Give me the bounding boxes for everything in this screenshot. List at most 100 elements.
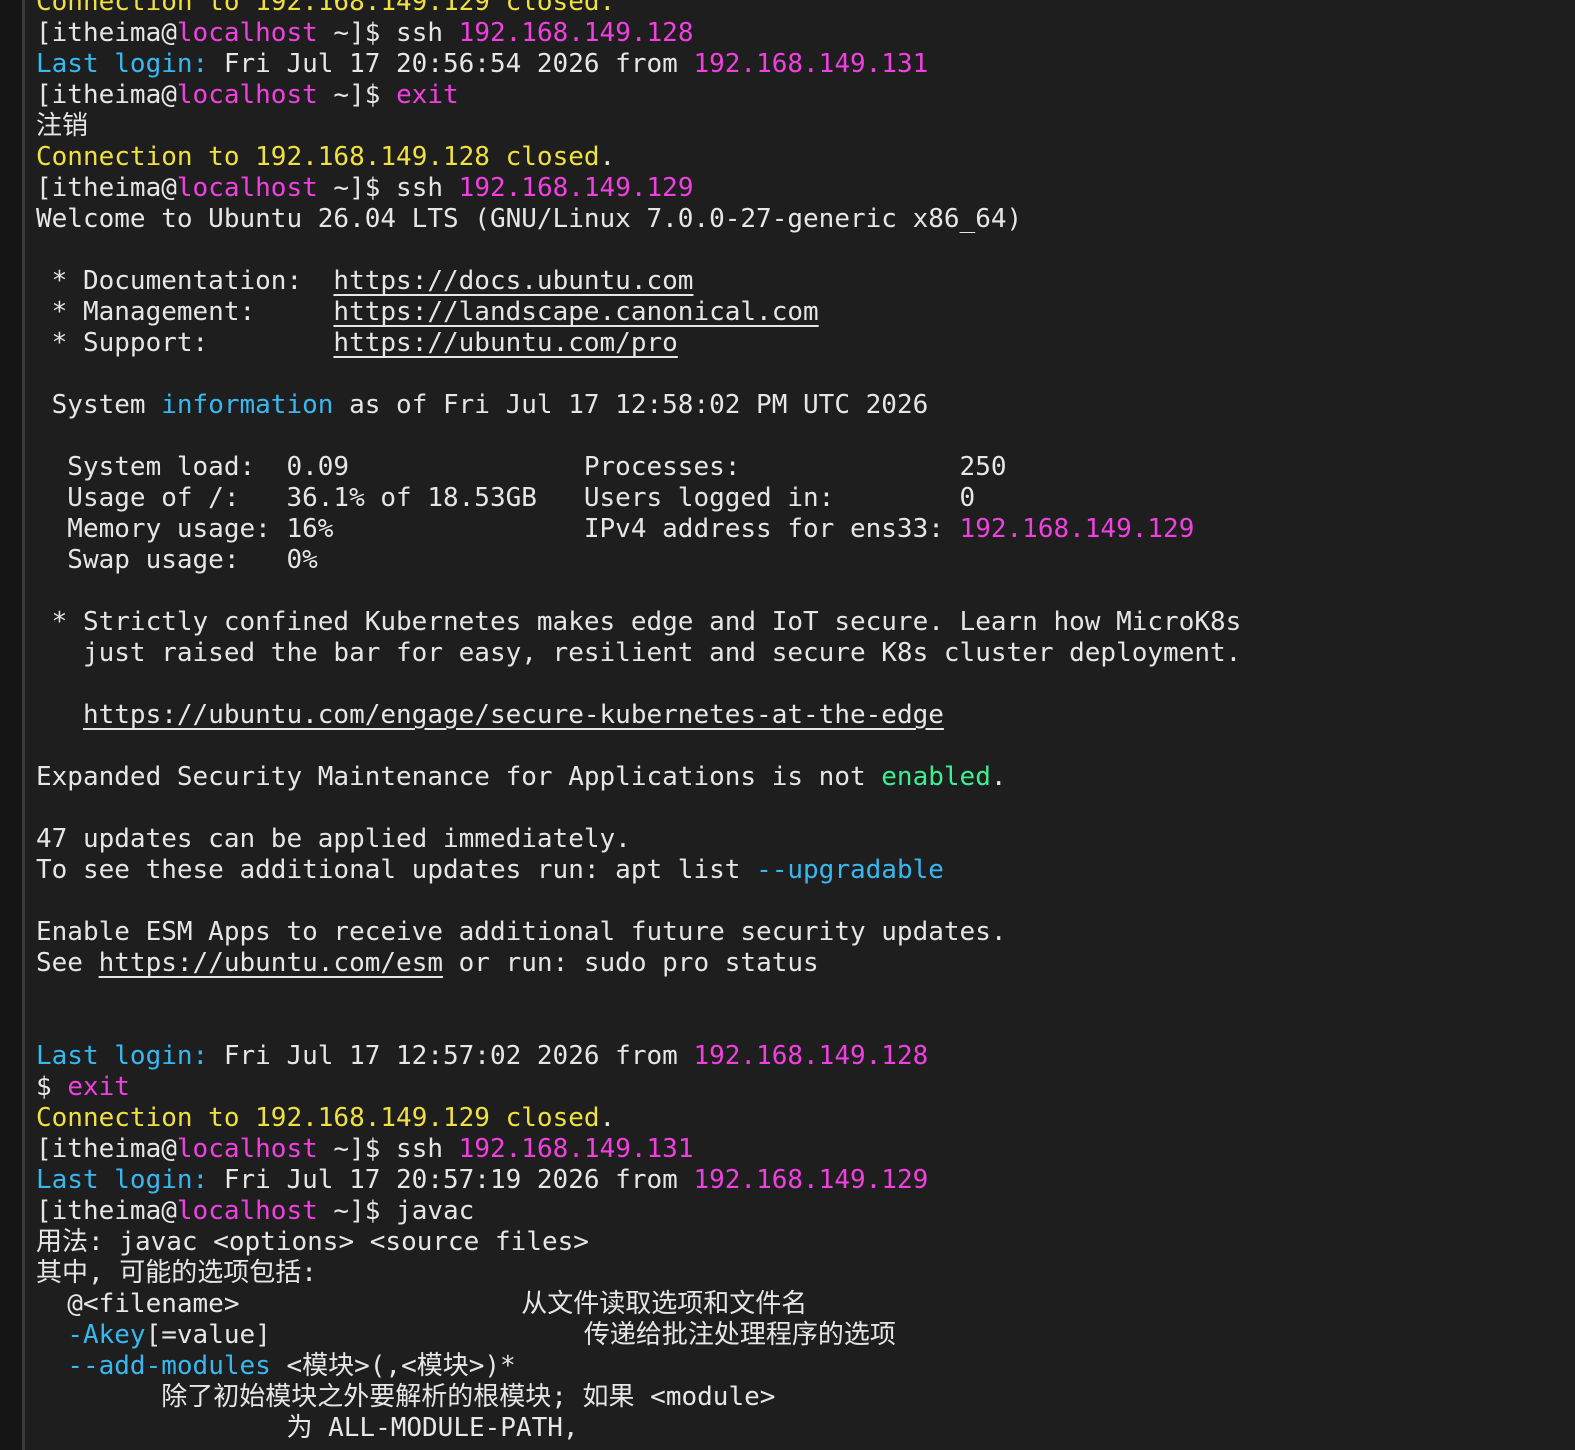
terminal-text: [itheima@ xyxy=(36,18,177,48)
terminal-text: [=value] 传递给批注处理程序的选项 xyxy=(145,1320,896,1350)
terminal-line: To see these additional updates run: apt… xyxy=(36,855,1575,886)
prompt-hostname: localhost xyxy=(176,1196,318,1226)
terminal-line: Expanded Security Maintenance for Applic… xyxy=(36,762,1575,793)
connection-status-text: Connection to xyxy=(36,1103,256,1133)
prompt-hostname: localhost xyxy=(176,173,318,203)
terminal-line: Usage of /: 36.1% of 18.53GB Users logge… xyxy=(36,483,1575,514)
terminal-line: just raised the bar for easy, resilient … xyxy=(36,638,1575,669)
terminal-text: ~]$ ssh xyxy=(317,18,459,48)
highlighted-text: --upgradable xyxy=(756,855,944,885)
terminal-text: 47 updates can be applied immediately. xyxy=(36,824,631,854)
terminal-text: as of Fri Jul 17 12:58:02 PM UTC 2026 xyxy=(333,390,929,420)
url-link[interactable]: https://landscape.canonical.com xyxy=(333,297,818,327)
terminal-text: ~]$ javac xyxy=(317,1196,475,1226)
command-text: exit xyxy=(396,80,459,110)
terminal-text: 除了初始模块之外要解析的根模块; 如果 <module> xyxy=(36,1382,776,1412)
terminal-text: Welcome to Ubuntu 26.04 LTS (GNU/Linux 7… xyxy=(36,204,1023,234)
terminal-window[interactable]: Connection to 192.168.149.129 closed. [it… xyxy=(0,0,1575,1450)
terminal-text: 为 ALL-MODULE-PATH, xyxy=(36,1413,579,1443)
terminal-text: [itheima@ xyxy=(36,80,177,110)
terminal-line: Memory usage: 16% IPv4 address for ens33… xyxy=(36,514,1575,545)
ip-address: 192.168.149.131 xyxy=(693,49,929,79)
connection-status-text: closed xyxy=(489,142,600,172)
terminal-text: * Strictly confined Kubernetes makes edg… xyxy=(36,607,1242,637)
url-link[interactable]: https://docs.ubuntu.com xyxy=(333,266,693,296)
terminal-text: 注销 xyxy=(36,111,89,141)
terminal-line: Last login: Fri Jul 17 20:57:19 2026 fro… xyxy=(36,1165,1575,1196)
terminal-line: 注销 xyxy=(36,111,1575,142)
terminal-line: 用法: javac <options> <source files> xyxy=(36,1227,1575,1258)
terminal-text: just raised the bar for easy, resilient … xyxy=(36,638,1242,668)
terminal-line: [itheima@localhost ~]$ javac xyxy=(36,1196,1575,1227)
command-text: exit xyxy=(67,1072,130,1102)
connection-status-text: closed xyxy=(489,1103,600,1133)
terminal-text: @<filename> 从文件读取选项和文件名 xyxy=(36,1289,808,1319)
terminal-text: System load: 0.09 Processes: 250 xyxy=(36,452,1007,482)
highlighted-text: Last login: xyxy=(36,1165,209,1195)
terminal-text: ~]$ xyxy=(317,80,397,110)
terminal-output[interactable]: Connection to 192.168.149.129 closed. [it… xyxy=(36,0,1575,1444)
terminal-text: Usage of /: 36.1% of 18.53GB Users logge… xyxy=(36,483,976,513)
terminal-text: $ xyxy=(36,1072,68,1102)
terminal-line: Swap usage: 0% xyxy=(36,545,1575,576)
terminal-line: -Akey[=value] 传递给批注处理程序的选项 xyxy=(36,1320,1575,1351)
ip-address: 192.168.149.129 xyxy=(458,173,694,203)
highlighted-text: Last login: xyxy=(36,1041,209,1071)
terminal-text: . xyxy=(599,1103,616,1133)
prompt-hostname: localhost xyxy=(176,18,318,48)
status-enabled-text: enabled xyxy=(881,762,991,792)
connection-status-text: Connection to xyxy=(36,142,256,172)
terminal-line: 除了初始模块之外要解析的根模块; 如果 <module> xyxy=(36,1382,1575,1413)
url-link[interactable]: https://ubuntu.com/pro xyxy=(333,328,677,358)
terminal-text: ~]$ ssh xyxy=(317,1134,459,1164)
connection-status-text: 192.168.149.128 xyxy=(255,142,490,172)
terminal-line: 为 ALL-MODULE-PATH, xyxy=(36,1413,1575,1444)
terminal-line: * Documentation: https://docs.ubuntu.com xyxy=(36,266,1575,297)
terminal-line: Welcome to Ubuntu 26.04 LTS (GNU/Linux 7… xyxy=(36,204,1575,235)
terminal-text: [itheima@ xyxy=(36,173,177,203)
terminal-text: * Support: xyxy=(36,328,334,358)
connection-status-text: Connection to 192.168.149.129 closed. xyxy=(36,0,616,17)
terminal-line: System load: 0.09 Processes: 250 xyxy=(36,452,1575,483)
terminal-line: 其中, 可能的选项包括: xyxy=(36,1258,1575,1289)
terminal-line: * Strictly confined Kubernetes makes edg… xyxy=(36,607,1575,638)
terminal-text: To see these additional updates run: apt… xyxy=(36,855,757,885)
prompt-hostname: localhost xyxy=(176,80,318,110)
terminal-text: 其中, 可能的选项包括: xyxy=(36,1258,317,1288)
terminal-line: Last login: Fri Jul 17 12:57:02 2026 fro… xyxy=(36,1041,1575,1072)
terminal-line: Connection to 192.168.149.129 closed. xyxy=(36,0,1575,18)
highlighted-text: information xyxy=(161,390,334,420)
terminal-line: System information as of Fri Jul 17 12:5… xyxy=(36,390,1575,421)
terminal-text: Fri Jul 17 20:57:19 2026 from xyxy=(208,1165,694,1195)
terminal-line: [itheima@localhost ~]$ ssh 192.168.149.1… xyxy=(36,173,1575,204)
terminal-text: or run: sudo pro status xyxy=(443,948,819,978)
terminal-text: See xyxy=(36,948,99,978)
terminal-text: Fri Jul 17 20:56:54 2026 from xyxy=(208,49,694,79)
terminal-line: Last login: Fri Jul 17 20:56:54 2026 fro… xyxy=(36,49,1575,80)
terminal-line: https://ubuntu.com/engage/secure-kuberne… xyxy=(36,700,1575,731)
ip-address: 192.168.149.128 xyxy=(458,18,694,48)
terminal-line: [itheima@localhost ~]$ exit xyxy=(36,80,1575,111)
url-link[interactable]: https://ubuntu.com/engage/secure-kuberne… xyxy=(83,700,944,730)
terminal-line: * Support: https://ubuntu.com/pro xyxy=(36,328,1575,359)
terminal-text: 用法: javac <options> <source files> xyxy=(36,1227,589,1257)
url-link[interactable]: https://ubuntu.com/esm xyxy=(99,948,443,978)
ip-address: 192.168.149.129 xyxy=(959,514,1195,544)
terminal-line: @<filename> 从文件读取选项和文件名 xyxy=(36,1289,1575,1320)
terminal-left-gutter xyxy=(0,0,22,1450)
terminal-line: 47 updates can be applied immediately. xyxy=(36,824,1575,855)
ip-address: 192.168.149.129 xyxy=(693,1165,929,1195)
ip-address: 192.168.149.128 xyxy=(693,1041,929,1071)
terminal-text: Enable ESM Apps to receive additional fu… xyxy=(36,917,1007,947)
terminal-line: Connection to 192.168.149.129 closed. xyxy=(36,1103,1575,1134)
connection-status-text: 192.168.149.129 xyxy=(255,1103,490,1133)
highlighted-text: --add-modules xyxy=(67,1351,271,1381)
terminal-text: ~]$ ssh xyxy=(317,173,459,203)
terminal-line: $ exit xyxy=(36,1072,1575,1103)
terminal-text: * Documentation: xyxy=(36,266,334,296)
